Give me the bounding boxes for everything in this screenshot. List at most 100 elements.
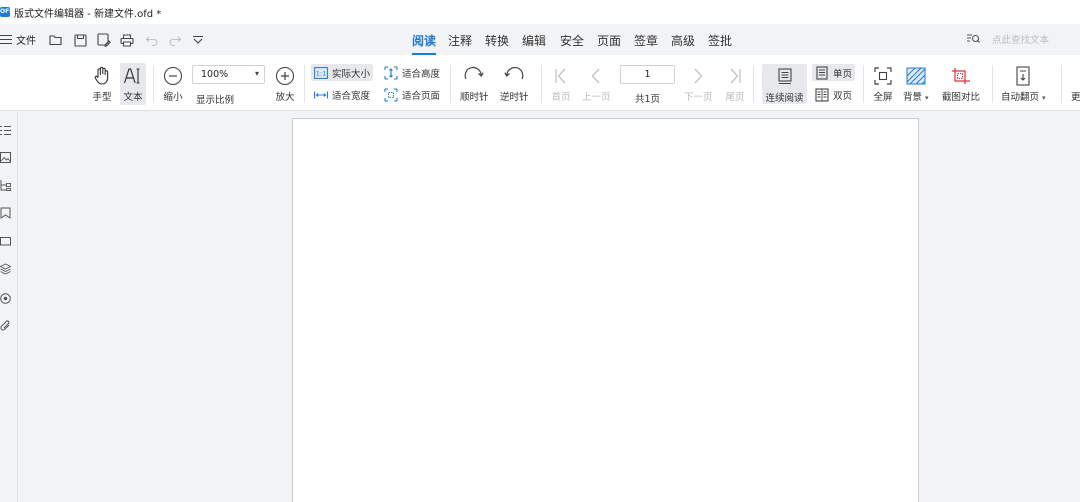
svg-text:1:1: 1:1 bbox=[316, 69, 326, 77]
separator bbox=[992, 65, 993, 103]
screenshot-compare-button[interactable]: 截图对比 bbox=[942, 65, 980, 103]
single-page-label: 单页 bbox=[833, 68, 853, 80]
separator bbox=[1061, 65, 1062, 103]
chevron-down-icon: ▾ bbox=[1042, 94, 1046, 102]
page-number-input[interactable]: 1 bbox=[620, 65, 675, 84]
rotate-counterclockwise-icon bbox=[503, 65, 525, 87]
chevron-left-icon bbox=[585, 65, 607, 87]
annotation-icon[interactable] bbox=[0, 234, 12, 248]
print-icon[interactable] bbox=[119, 32, 135, 48]
continuous-read-button[interactable]: 连续阅读 bbox=[762, 64, 807, 104]
double-page-icon bbox=[815, 87, 829, 102]
prev-page-label: 上一页 bbox=[582, 92, 611, 103]
zoom-in-icon bbox=[274, 65, 296, 87]
customize-icon[interactable] bbox=[190, 32, 206, 48]
tab-annotate[interactable]: 注释 bbox=[448, 32, 472, 49]
open-icon[interactable] bbox=[48, 32, 64, 48]
structure-icon[interactable] bbox=[0, 178, 12, 192]
tab-convert[interactable]: 转换 bbox=[485, 32, 509, 49]
separator bbox=[541, 65, 542, 103]
single-page-button[interactable]: 单页 bbox=[812, 64, 856, 81]
zoom-in-button[interactable]: 放大 bbox=[274, 65, 296, 103]
fit-page-button[interactable]: 适合页面 bbox=[381, 86, 443, 103]
file-menu-label: 文件 bbox=[16, 36, 36, 47]
fit-height-button[interactable]: 适合高度 bbox=[381, 64, 443, 81]
tab-security[interactable]: 安全 bbox=[560, 32, 584, 49]
fit-page-label: 适合页面 bbox=[402, 90, 441, 102]
tab-read[interactable]: 阅读 bbox=[412, 32, 437, 55]
hand-tool-button[interactable]: 手型 bbox=[91, 65, 113, 103]
separator bbox=[450, 65, 451, 103]
auto-flip-label: 自动翻页 ▾ bbox=[1001, 92, 1046, 103]
zoom-out-icon bbox=[162, 65, 184, 87]
background-label: 背景 ▾ bbox=[903, 92, 929, 103]
text-select-icon bbox=[122, 65, 144, 87]
background-button[interactable]: 背景 ▾ bbox=[903, 65, 929, 103]
fit-height-icon bbox=[384, 65, 398, 80]
rotate-clockwise-button[interactable]: 顺时针 bbox=[460, 65, 489, 103]
zoom-out-label: 缩小 bbox=[163, 92, 183, 103]
text-tool-label: 文本 bbox=[123, 92, 143, 103]
hand-tool-label: 手型 bbox=[92, 92, 112, 103]
rotate-clockwise-icon bbox=[463, 65, 485, 87]
search-placeholder: 点此查找文本 bbox=[992, 35, 1050, 46]
zoom-label: 显示比例 bbox=[196, 95, 235, 106]
save-icon[interactable] bbox=[72, 32, 88, 48]
actual-size-label: 实际大小 bbox=[332, 68, 371, 80]
tab-approve[interactable]: 签批 bbox=[708, 32, 732, 49]
last-page-button[interactable]: 尾页 bbox=[724, 65, 746, 103]
fit-width-icon bbox=[314, 88, 328, 102]
text-search[interactable]: 点此查找文本 bbox=[966, 32, 1049, 46]
tab-seal[interactable]: 签章 bbox=[634, 32, 658, 49]
first-page-label: 首页 bbox=[551, 92, 571, 103]
fit-width-button[interactable]: 适合宽度 bbox=[311, 86, 373, 103]
left-sidebar bbox=[0, 112, 18, 502]
text-tool-button[interactable]: 文本 bbox=[120, 63, 146, 105]
outline-icon[interactable] bbox=[0, 123, 12, 137]
more-label: 更 bbox=[1071, 92, 1080, 103]
save-as-icon[interactable] bbox=[96, 32, 112, 48]
fit-page-icon bbox=[384, 87, 398, 102]
menu-bar: 文件 阅读 注释 转换 编辑 安全 页面 签章 高级 签批 点此查找文本 bbox=[0, 24, 1080, 55]
tab-edit[interactable]: 编辑 bbox=[522, 32, 546, 49]
seal-icon[interactable] bbox=[0, 291, 12, 305]
attachment-icon[interactable] bbox=[0, 319, 12, 333]
page-total: 共1页 bbox=[635, 94, 661, 105]
double-page-button[interactable]: 双页 bbox=[812, 86, 855, 103]
actual-size-icon: 1:1 bbox=[314, 66, 328, 80]
fit-width-label: 适合宽度 bbox=[332, 90, 371, 102]
first-page-button[interactable]: 首页 bbox=[550, 65, 572, 103]
bookmark-icon[interactable] bbox=[0, 206, 12, 220]
ribbon-toolbar: 手型 文本 缩小 100% ▾ 显示比例 放大 1:1 实际大小 适合宽度 适合… bbox=[0, 55, 1080, 111]
chevron-down-icon: ▾ bbox=[925, 94, 929, 102]
rotate-clockwise-label: 顺时针 bbox=[460, 92, 489, 103]
title-bar: OFD 版式文件编辑器 - 新建文件.ofd * bbox=[0, 0, 1080, 24]
undo-icon[interactable] bbox=[143, 32, 159, 48]
actual-size-button[interactable]: 1:1 实际大小 bbox=[311, 64, 374, 81]
rotate-counterclockwise-button[interactable]: 逆时针 bbox=[500, 65, 529, 103]
next-page-label: 下一页 bbox=[684, 92, 713, 103]
rotate-counterclockwise-label: 逆时针 bbox=[500, 92, 529, 103]
zoom-select[interactable]: 100% ▾ bbox=[192, 65, 265, 84]
zoom-out-button[interactable]: 缩小 bbox=[162, 65, 184, 103]
next-page-button[interactable]: 下一页 bbox=[684, 65, 713, 103]
file-menu-button[interactable]: 文件 bbox=[0, 32, 36, 47]
double-page-label: 双页 bbox=[833, 90, 853, 102]
search-icon bbox=[966, 33, 980, 45]
window-title: 版式文件编辑器 - 新建文件.ofd * bbox=[14, 8, 162, 20]
tab-page[interactable]: 页面 bbox=[597, 32, 621, 49]
background-icon bbox=[905, 65, 927, 87]
layers-icon[interactable] bbox=[0, 262, 12, 276]
redo-icon[interactable] bbox=[167, 32, 183, 48]
fullscreen-button[interactable]: 全屏 bbox=[872, 65, 894, 103]
auto-flip-button[interactable]: 自动翻页 ▾ bbox=[1001, 65, 1046, 103]
prev-page-button[interactable]: 上一页 bbox=[582, 65, 611, 103]
document-page[interactable] bbox=[292, 118, 919, 502]
hamburger-icon bbox=[0, 34, 12, 45]
continuous-read-label: 连续阅读 bbox=[765, 93, 804, 104]
separator bbox=[304, 65, 305, 103]
more-button[interactable]: 更 bbox=[1071, 89, 1080, 103]
thumbnail-icon[interactable] bbox=[0, 150, 12, 164]
tab-advanced[interactable]: 高级 bbox=[671, 32, 695, 49]
auto-flip-icon bbox=[1012, 65, 1034, 87]
